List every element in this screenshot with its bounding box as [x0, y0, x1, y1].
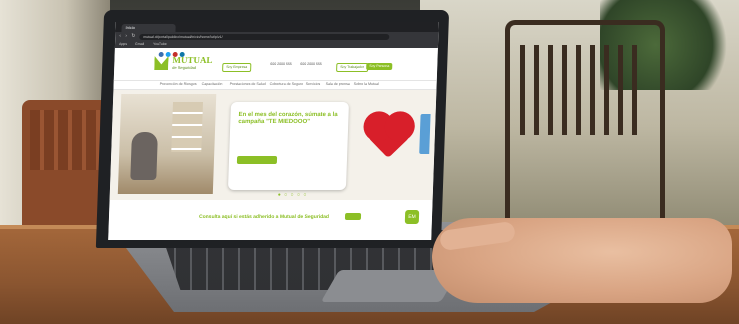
logo-text[interactable]: MUTUAL: [172, 55, 212, 65]
phone-number-2: 600 2000 555: [300, 62, 322, 66]
bookmark-item[interactable]: YouTube: [153, 42, 167, 47]
hero-shelf: [171, 102, 204, 152]
hero-title: En el mes del corazón, súmate a la campa…: [238, 112, 338, 125]
side-tab[interactable]: [419, 114, 431, 154]
hero-button[interactable]: [236, 156, 278, 164]
menu-item[interactable]: Prestaciones de Salud: [230, 82, 266, 86]
phone-number: 600 2000 555: [270, 62, 292, 66]
reload-icon[interactable]: ↻: [131, 33, 136, 39]
bookmark-item[interactable]: Apps: [119, 42, 127, 47]
floating-chat-icon[interactable]: EM: [404, 210, 420, 224]
menu-item[interactable]: Cobertura de Seguro: [270, 82, 304, 86]
menu-item[interactable]: Servicios: [306, 82, 321, 86]
persona-button[interactable]: Soy Persona: [366, 63, 393, 70]
chip-trabajador[interactable]: Soy Trabajador: [336, 63, 369, 72]
menu-item[interactable]: Sala de prensa: [326, 82, 350, 86]
carousel-dots[interactable]: ● ○ ○ ○ ○: [278, 192, 308, 198]
menu-item[interactable]: Capacitación: [202, 82, 223, 86]
laptop-screen: Inicio ‹ › ↻ mutual.cl/portal/publico/mu…: [108, 22, 439, 240]
banner-text: Consulta aquí si estás adherido a Mutual…: [198, 214, 330, 220]
hero-person: [130, 132, 158, 180]
forward-icon[interactable]: ›: [125, 33, 130, 39]
browser-tab[interactable]: Inicio: [121, 24, 176, 32]
adhesion-banner: [108, 202, 433, 240]
address-bar[interactable]: mutual.cl/portal/publico/mutual/inicio/h…: [139, 34, 390, 40]
back-icon[interactable]: ‹: [119, 33, 124, 39]
logo-subtitle: de Seguridad: [172, 65, 197, 70]
menu-item[interactable]: Sobre la Mutual: [354, 82, 379, 86]
bookmark-item[interactable]: Gmail: [135, 42, 144, 47]
menu-item[interactable]: Prevención de Riesgos: [160, 82, 197, 86]
chip-empresa[interactable]: Soy Empresa: [222, 63, 252, 72]
banner-button[interactable]: [344, 213, 362, 220]
